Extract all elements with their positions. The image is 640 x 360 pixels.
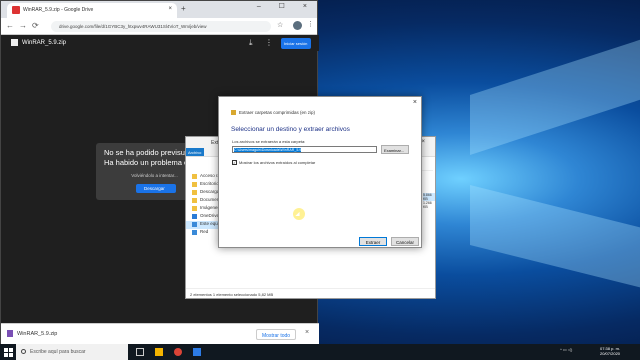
folder-icon — [192, 182, 197, 187]
browser-tab[interactable]: WinRAR_5.9.zip - Google Drive × — [7, 3, 177, 18]
windows-logo-icon — [4, 348, 8, 352]
chrome-icon[interactable] — [174, 348, 182, 356]
folder-icon — [192, 206, 197, 211]
cloud-icon — [192, 214, 197, 219]
drive-viewer-header: WinRAR_5.9.zip ⤓ ⋮ Iniciar sesión — [1, 35, 319, 51]
file-size: 5.866 KB — [423, 193, 435, 201]
tab-bar: WinRAR_5.9.zip - Google Drive × + – ☐ × — [1, 1, 317, 18]
show-files-label: Mostrar los archivos extraídos al comple… — [239, 160, 316, 165]
download-button[interactable]: Descargar — [136, 184, 176, 193]
file-icon — [11, 39, 18, 46]
chrome-menu-icon[interactable]: ⋮ — [307, 20, 314, 28]
search-placeholder: Escribe aquí para buscar — [30, 349, 86, 355]
wallpaper-beam — [470, 39, 640, 155]
explorer-status-bar: 2 elementos 1 elemento seleccionado 5,82… — [186, 288, 435, 298]
zip-folder-icon — [231, 110, 236, 116]
windows-logo-icon — [9, 353, 13, 357]
zip-file-icon — [7, 330, 13, 337]
bookmark-star-icon[interactable]: ☆ — [277, 21, 283, 29]
checkbox-check-icon: ✓ — [232, 160, 237, 166]
account-avatar-icon[interactable] — [293, 21, 302, 30]
dialog-header: Extraer carpetas comprimidas (en zip) — [231, 110, 315, 116]
more-options-icon[interactable]: ⋮ — [265, 38, 273, 47]
address-bar: ← → ⟳ drive.google.com/file/d/1GYBC3y_ht… — [1, 18, 317, 35]
close-icon[interactable]: × — [413, 99, 417, 106]
drive-favicon-icon — [12, 6, 20, 14]
network-icon — [192, 230, 197, 235]
forward-icon[interactable]: → — [19, 21, 27, 30]
star-icon — [192, 174, 197, 179]
file-size: 1.266 KB — [423, 201, 432, 209]
extract-button[interactable]: Extraer — [359, 237, 387, 246]
dialog-title: Seleccionar un destino y extraer archivo… — [231, 126, 350, 133]
back-icon[interactable]: ← — [6, 21, 14, 30]
start-button[interactable] — [0, 344, 16, 360]
computer-icon — [192, 222, 197, 227]
browse-button[interactable]: Examinar... — [381, 145, 409, 154]
url-text: drive.google.com/file/d/1GYBC3y_htxpwv4R… — [59, 24, 207, 29]
close-shelf-icon[interactable]: × — [305, 329, 309, 336]
task-view-icon[interactable] — [136, 348, 144, 356]
extract-dialog: × Extraer carpetas comprimidas (en zip) … — [218, 96, 422, 248]
destination-input[interactable]: C:\Users\maguin\Downloads\WinRAR_5.9 — [232, 146, 377, 153]
chrome-window-controls[interactable]: – ☐ × — [257, 2, 315, 10]
file-size-column: 5.866 KB 1.266 KB — [423, 193, 435, 243]
taskbar-clock[interactable]: 07:38 p. m. 20/07/2020 — [600, 346, 620, 356]
tab-close-icon[interactable]: × — [168, 6, 172, 12]
download-shelf: WinRAR_5.9.zip Mostrar todo × — [1, 323, 319, 345]
destination-label: Los archivos se extraerán a esta carpeta… — [232, 139, 306, 144]
mouse-cursor-icon — [293, 208, 305, 220]
download-item[interactable]: WinRAR_5.9.zip — [7, 330, 57, 337]
show-files-checkbox[interactable]: ✓ Mostrar los archivos extraídos al compl… — [232, 160, 316, 166]
store-icon[interactable] — [193, 348, 201, 356]
tab-title: WinRAR_5.9.zip - Google Drive — [23, 7, 94, 13]
tab-archive[interactable]: Archivo — [186, 148, 204, 156]
taskbar: Escribe aquí para buscar ^ ▭ ◁) 07:38 p.… — [0, 344, 640, 360]
url-input[interactable]: drive.google.com/file/d/1GYBC3y_htxpwv4R… — [51, 21, 271, 32]
viewer-file-name: WinRAR_5.9.zip — [11, 39, 66, 46]
file-explorer-icon[interactable] — [155, 348, 163, 356]
cancel-button[interactable]: Cancelar — [391, 237, 419, 246]
download-icon[interactable]: ⤓ — [249, 38, 253, 48]
show-all-button[interactable]: Mostrar todo — [256, 329, 296, 340]
folder-icon — [192, 198, 197, 203]
destination-value: C:\Users\maguin\Downloads\WinRAR_5.9 — [234, 148, 302, 152]
folder-icon — [192, 190, 197, 195]
wallpaper-beam — [470, 185, 640, 288]
windows-logo-icon — [4, 353, 8, 357]
sign-in-button[interactable]: Iniciar sesión — [281, 38, 311, 49]
system-tray-icons[interactable]: ^ ▭ ◁) — [560, 347, 572, 352]
taskbar-search[interactable]: Escribe aquí para buscar — [16, 344, 128, 360]
new-tab-button[interactable]: + — [181, 4, 186, 13]
windows-logo-icon — [9, 348, 13, 352]
reload-icon[interactable]: ⟳ — [32, 21, 39, 30]
clock-date: 20/07/2020 — [600, 351, 621, 356]
search-icon — [21, 349, 26, 354]
